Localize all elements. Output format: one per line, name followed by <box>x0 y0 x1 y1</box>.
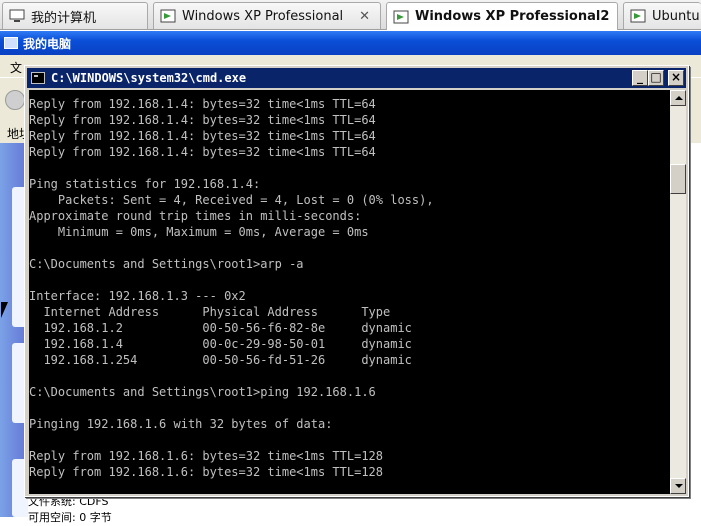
vm-icon <box>393 10 409 23</box>
console-line: Ping statistics for 192.168.1.4: <box>29 177 261 191</box>
console-line: Reply from 192.168.1.4: bytes=32 time<1m… <box>29 113 376 127</box>
close-button[interactable]: × <box>668 70 684 86</box>
console-line: Reply from 192.168.1.6: bytes=32 time<1m… <box>29 449 384 463</box>
back-button[interactable] <box>5 90 25 110</box>
tab-label: 我的计算机 <box>31 10 97 26</box>
console-line: Interface: 192.168.1.3 --- 0x2 <box>29 289 246 303</box>
details-panel: 文件系统: CDFS 可用空间: 0 字节 <box>28 494 112 526</box>
close-icon[interactable]: ✕ <box>355 9 374 24</box>
console-line: 192.168.1.254 00-50-56-fd-51-26 dynamic <box>29 353 412 367</box>
close-icon[interactable]: ✕ <box>615 9 617 24</box>
console-line: C:\Documents and Settings\root1>arp -a <box>29 257 304 271</box>
console-output[interactable]: Reply from 192.168.1.4: bytes=32 time<1m… <box>29 90 670 494</box>
scroll-up-button[interactable] <box>670 90 686 106</box>
console-line: Pinging 192.168.1.6 with 32 bytes of dat… <box>29 417 333 431</box>
console-line: Reply from 192.168.1.6: bytes=32 time<1m… <box>29 465 384 479</box>
tab-label: Ubuntu1 <box>652 8 701 24</box>
tab-ubuntu1[interactable]: Ubuntu1 <box>623 2 701 29</box>
explorer-title: 我的电脑 <box>23 36 72 51</box>
vertical-scrollbar[interactable] <box>670 90 686 494</box>
console-line: 192.168.1.2 00-50-56-f6-82-8e dynamic <box>29 321 412 335</box>
minimize-button[interactable]: _ <box>632 70 648 86</box>
console-line: Reply from 192.168.1.4: bytes=32 time<1m… <box>29 129 376 143</box>
computer-icon <box>9 9 25 22</box>
tab-label: Windows XP Professional <box>182 8 344 24</box>
console-line: Reply from 192.168.1.4: bytes=32 time<1m… <box>29 145 376 159</box>
menu-file[interactable]: 文 <box>10 59 22 76</box>
tab-label: Windows XP Professional2 <box>415 9 610 24</box>
arrow-down-icon <box>675 484 683 488</box>
console-line: C:\Documents and Settings\root1>ping 192… <box>29 385 376 399</box>
cmd-title: C:\WINDOWS\system32\cmd.exe <box>51 71 247 85</box>
vm-icon <box>160 9 176 23</box>
detail-free-space: 可用空间: 0 字节 <box>28 511 112 524</box>
console-line: Reply from 192.168.1.4: bytes=32 time<1m… <box>29 97 376 111</box>
tab-windows-xp-professional[interactable]: Windows XP Professional ✕ <box>153 2 381 29</box>
cmd-window: C:\WINDOWS\system32\cmd.exe _ □ × Reply … <box>24 65 689 497</box>
scroll-down-button[interactable] <box>670 478 686 494</box>
console-line: Internet Address Physical Address Type <box>29 305 391 319</box>
cmd-titlebar[interactable]: C:\WINDOWS\system32\cmd.exe _ □ × <box>27 68 686 88</box>
tab-bar: 我的计算机 Windows XP Professional ✕ Windows … <box>0 0 701 30</box>
explorer-titlebar[interactable]: 我的电脑 <box>0 31 701 55</box>
mouse-cursor <box>1 302 8 318</box>
computer-icon <box>4 37 18 49</box>
console-line: Minimum = 0ms, Maximum = 0ms, Average = … <box>29 225 369 239</box>
console-icon <box>31 72 45 84</box>
maximize-button[interactable]: □ <box>648 70 664 86</box>
scroll-thumb[interactable] <box>670 164 686 194</box>
tab-my-computer[interactable]: 我的计算机 <box>2 2 148 29</box>
tab-windows-xp-professional2[interactable]: Windows XP Professional2 ✕ <box>386 2 618 30</box>
console-line: Approximate round trip times in milli-se… <box>29 209 362 223</box>
vm-icon <box>630 9 646 23</box>
console-line: Packets: Sent = 4, Received = 4, Lost = … <box>29 193 434 207</box>
arrow-up-icon <box>675 96 683 100</box>
console-line: 192.168.1.4 00-0c-29-98-50-01 dynamic <box>29 337 412 351</box>
